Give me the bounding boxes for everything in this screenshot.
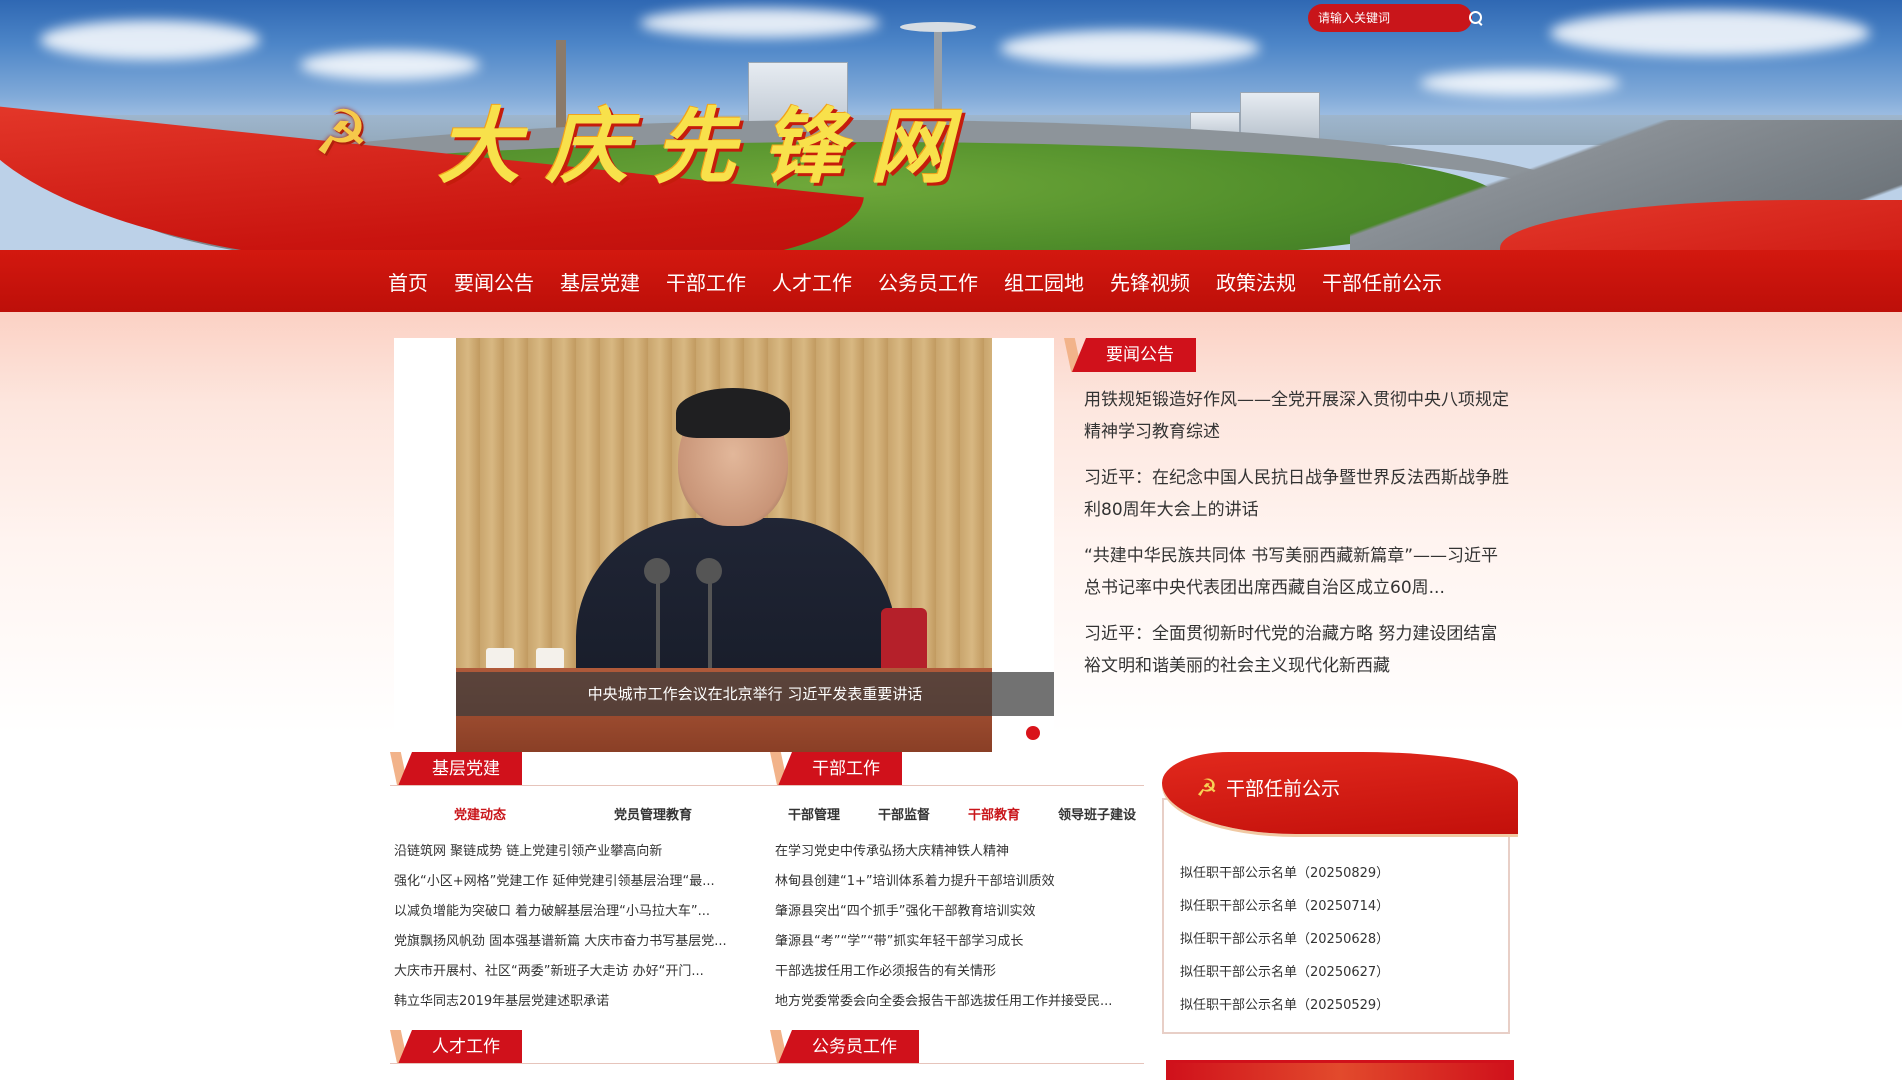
cadre-notice-item[interactable]: 拟任职干部公示名单（20250529）: [1180, 994, 1389, 1013]
cadre-notice-title[interactable]: 干部任前公示: [1226, 774, 1340, 801]
carousel-dot-active[interactable]: [1026, 726, 1040, 740]
nav-item-organization-garden[interactable]: 组工园地: [1004, 267, 1084, 296]
tab-member-education[interactable]: 党员管理教育: [614, 804, 692, 823]
talent-work-title[interactable]: 人才工作: [398, 1030, 522, 1064]
carousel-caption[interactable]: 中央城市工作会议在北京举行 习近平发表重要讲话: [456, 672, 1054, 716]
civil-servant-header: 公务员工作: [770, 1030, 1144, 1064]
tab-leadership-building[interactable]: 领导班子建设: [1058, 804, 1136, 823]
party-emblem-icon: ☭: [313, 96, 369, 169]
cadre-notice-item[interactable]: 拟任职干部公示名单（20250829）: [1180, 862, 1389, 881]
tab-party-news[interactable]: 党建动态: [454, 804, 506, 823]
microphone: [644, 558, 670, 584]
party-building-header: 基层党建: [390, 752, 770, 786]
nav-item-cadre-work[interactable]: 干部工作: [666, 267, 746, 296]
nav-item-civil-servant[interactable]: 公务员工作: [878, 267, 978, 296]
news-item[interactable]: 用铁规矩锻造好作风——全党开展深入贯彻中央八项规定精神学习教育综述: [1084, 384, 1514, 448]
promo-banner[interactable]: [1166, 1060, 1514, 1080]
carousel-dot[interactable]: [1004, 726, 1018, 740]
cloud: [1550, 10, 1870, 56]
list-item[interactable]: 大庆市开展村、社区“两委”新班子大走访 办好“开门...: [394, 960, 760, 979]
news-carousel[interactable]: 中央城市工作会议在北京举行 习近平发表重要讲话: [394, 338, 1054, 752]
cadre-notice-item[interactable]: 拟任职干部公示名单（20250628）: [1180, 928, 1389, 947]
cadre-work-title[interactable]: 干部工作: [778, 752, 902, 786]
nav-items: 首页 要闻公告 基层党建 干部工作 人才工作 公务员工作 组工园地 先锋视频 政…: [388, 250, 1468, 312]
nav-item-policy[interactable]: 政策法规: [1216, 267, 1296, 296]
search-box: [1308, 4, 1482, 32]
list-item[interactable]: 肇源县“考”“学”“带”抓实年轻干部学习成长: [775, 930, 1141, 949]
list-item[interactable]: 肇源县突出“四个抓手”强化干部教育培训实效: [775, 900, 1141, 919]
header-banner: ☭ 大庆先锋网: [0, 0, 1902, 250]
cloud: [1420, 70, 1620, 96]
list-item[interactable]: 以减负增能为突破口 着力破解基层治理“小马拉大车”...: [394, 900, 760, 919]
news-section-title[interactable]: 要闻公告: [1072, 338, 1196, 372]
talent-work-header: 人才工作: [390, 1030, 770, 1064]
cadre-notice-item[interactable]: 拟任职干部公示名单（20250627）: [1180, 961, 1389, 980]
news-list: 用铁规矩锻造好作风——全党开展深入贯彻中央八项规定精神学习教育综述 习近平：在纪…: [1084, 384, 1514, 696]
cloud: [40, 20, 260, 60]
nav-item-party-building[interactable]: 基层党建: [560, 267, 640, 296]
nav-item-cadre-notice[interactable]: 干部任前公示: [1322, 267, 1442, 296]
cadre-work-tabs: 干部管理 干部监督 干部教育 领导班子建设: [788, 804, 1136, 823]
list-item[interactable]: 党旗飘扬风帆劲 固本强基谱新篇 大庆市奋力书写基层党...: [394, 930, 760, 949]
site-logo-title[interactable]: 大庆先锋网: [438, 80, 978, 199]
section-divider: [390, 785, 770, 786]
news-item[interactable]: “共建中华民族共同体 书写美丽西藏新篇章”——习近平总书记率中央代表团出席西藏自…: [1084, 540, 1514, 604]
nav-item-pioneer-video[interactable]: 先锋视频: [1110, 267, 1190, 296]
party-building-tabs: 党建动态 党员管理教育: [454, 804, 692, 823]
tab-cadre-management[interactable]: 干部管理: [788, 804, 840, 823]
section-divider: [390, 1063, 770, 1064]
main-nav: 首页 要闻公告 基层党建 干部工作 人才工作 公务员工作 组工园地 先锋视频 政…: [0, 250, 1902, 312]
microphone: [696, 558, 722, 584]
news-section-header: 要闻公告: [1064, 338, 1204, 372]
list-item[interactable]: 地方党委常委会向全委会报告干部选拔任用工作并接受民...: [775, 990, 1141, 1009]
microphone: [708, 578, 712, 678]
civil-servant-title[interactable]: 公务员工作: [778, 1030, 919, 1064]
nav-item-news[interactable]: 要闻公告: [454, 267, 534, 296]
tab-cadre-supervision[interactable]: 干部监督: [878, 804, 930, 823]
cloud: [300, 50, 480, 80]
carousel-dots: [1004, 726, 1040, 740]
news-item[interactable]: 习近平：全面贯彻新时代党的治藏方略 努力建设团结富裕文明和谐美丽的社会主义现代化…: [1084, 618, 1514, 682]
microphone: [656, 578, 660, 678]
list-item[interactable]: 韩立华同志2019年基层党建述职承诺: [394, 990, 760, 1009]
list-item[interactable]: 沿链筑网 聚链成势 链上党建引领产业攀高向新: [394, 840, 760, 859]
party-building-title[interactable]: 基层党建: [398, 752, 522, 786]
photo-figure: [676, 388, 790, 438]
tab-cadre-education[interactable]: 干部教育: [968, 804, 1020, 823]
section-divider: [770, 785, 1144, 786]
section-divider: [770, 1063, 1144, 1064]
list-item[interactable]: 强化“小区+网格”党建工作 延伸党建引领基层治理“最...: [394, 870, 760, 889]
cadre-work-header: 干部工作: [770, 752, 1144, 786]
nav-item-talent-work[interactable]: 人才工作: [772, 267, 852, 296]
list-item[interactable]: 干部选拔任用工作必须报告的有关情形: [775, 960, 1141, 979]
cloud: [1000, 30, 1260, 66]
party-emblem-icon: ☭: [1196, 774, 1218, 802]
news-item[interactable]: 习近平：在纪念中国人民抗日战争暨世界反法西斯战争胜利80周年大会上的讲话: [1084, 462, 1514, 526]
list-item[interactable]: 在学习党史中传承弘扬大庆精神铁人精神: [775, 840, 1141, 859]
search-input[interactable]: [1318, 11, 1468, 25]
nav-item-home[interactable]: 首页: [388, 267, 428, 296]
tower-disc: [900, 22, 976, 32]
cloud: [640, 8, 880, 38]
cadre-notice-item[interactable]: 拟任职干部公示名单（20250714）: [1180, 895, 1389, 914]
list-item[interactable]: 林甸县创建“1+”培训体系着力提升干部培训质效: [775, 870, 1141, 889]
